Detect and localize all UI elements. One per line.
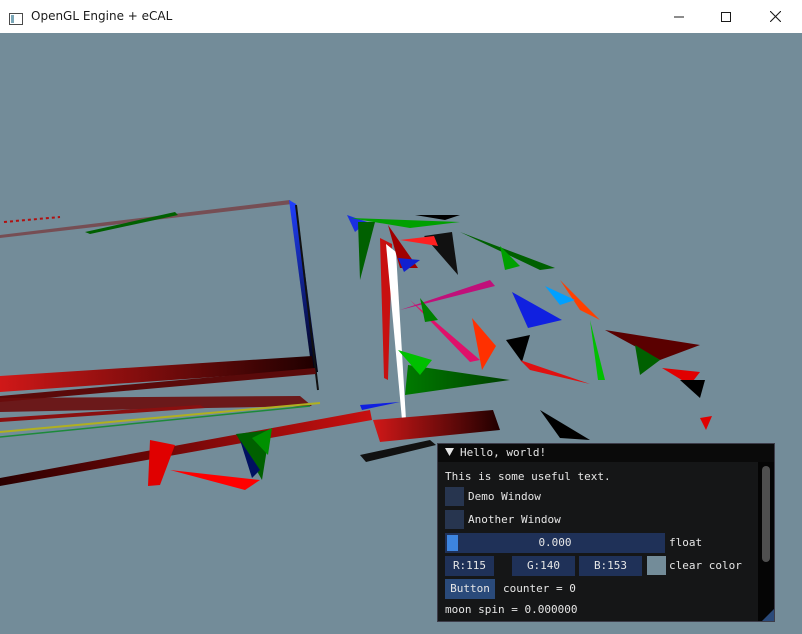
- checkbox-label: Demo Window: [468, 490, 541, 503]
- slider-value: 0.000: [538, 536, 572, 549]
- slider-label: float: [669, 536, 703, 549]
- counter-text: counter = 0: [503, 582, 576, 595]
- imgui-hello-window[interactable]: Hello, world! This is some useful text. …: [437, 443, 775, 622]
- imgui-title-bar[interactable]: Hello, world!: [438, 444, 774, 462]
- close-icon: [769, 11, 781, 22]
- color-r-field[interactable]: R:115: [445, 556, 494, 576]
- checkbox-label: Another Window: [468, 513, 561, 526]
- float-slider[interactable]: 0.000: [445, 533, 665, 553]
- clear-color-swatch[interactable]: [647, 556, 666, 575]
- color-label: clear color: [669, 559, 742, 572]
- another-window-checkbox[interactable]: Another Window: [445, 510, 645, 530]
- collapse-arrow-icon[interactable]: [445, 448, 454, 457]
- color-g-field[interactable]: G:140: [512, 556, 575, 576]
- opengl-window: OpenGL Engine + eCAL Hello, world! This …: [0, 0, 802, 634]
- maximize-icon: [721, 11, 731, 22]
- imgui-title: Hello, world!: [460, 446, 547, 459]
- demo-window-checkbox[interactable]: Demo Window: [445, 487, 645, 507]
- app-window-icon: [9, 10, 23, 25]
- scrollbar-grab[interactable]: [762, 466, 770, 562]
- resize-grip-icon[interactable]: [762, 609, 774, 621]
- checkbox-box[interactable]: [445, 487, 464, 506]
- moon-spin-text: moon spin = 0.000000: [445, 603, 578, 616]
- useful-text: This is some useful text.: [445, 470, 611, 483]
- color-b-field[interactable]: B:153: [579, 556, 642, 576]
- minimize-icon: [674, 16, 684, 17]
- minimize-button[interactable]: [656, 0, 702, 33]
- counter-button[interactable]: Button: [445, 579, 495, 599]
- imgui-scrollbar[interactable]: [758, 462, 774, 621]
- title-bar[interactable]: OpenGL Engine + eCAL: [0, 0, 802, 33]
- checkbox-box[interactable]: [445, 510, 464, 529]
- window-title: OpenGL Engine + eCAL: [31, 9, 173, 23]
- maximize-button[interactable]: [703, 0, 749, 33]
- close-button[interactable]: [752, 0, 798, 33]
